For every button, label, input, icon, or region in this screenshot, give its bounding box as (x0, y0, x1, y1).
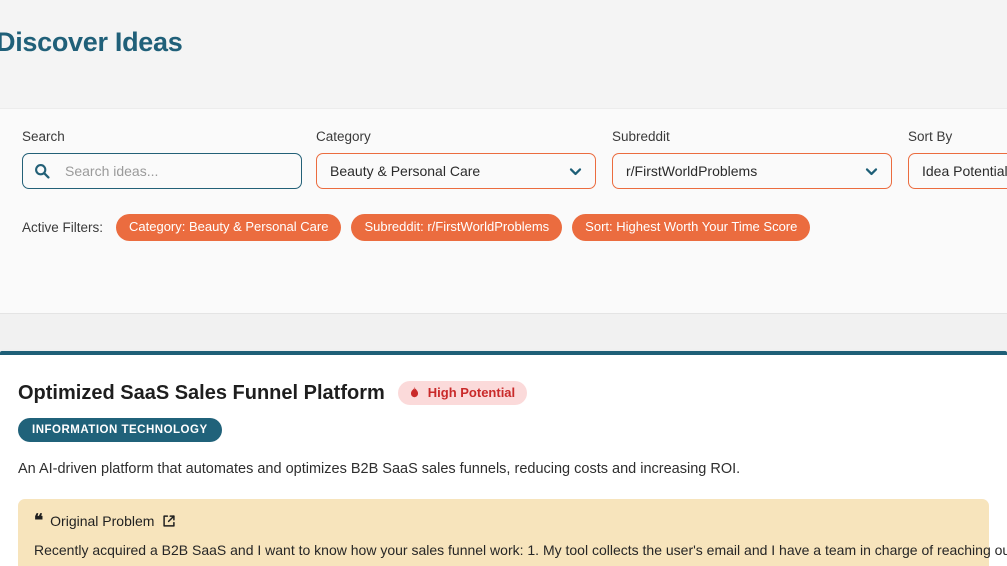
category-select-value: Beauty & Personal Care (317, 163, 480, 179)
filter-panel: Search Category Beauty & Personal Care (0, 108, 1007, 314)
active-filters-bar: Active Filters: Category: Beauty & Perso… (22, 214, 810, 241)
active-filter-chip-subreddit[interactable]: Subreddit: r/FirstWorldProblems (351, 214, 562, 241)
quote-mark-icon: ❝ (34, 515, 42, 527)
original-problem-line-2: and closing deals.... (34, 561, 973, 566)
filter-controls-row: Search Category Beauty & Personal Care (0, 129, 1007, 199)
idea-card[interactable]: Optimized SaaS Sales Funnel Platform Hig… (0, 351, 1007, 566)
active-filter-chip-category[interactable]: Category: Beauty & Personal Care (116, 214, 341, 241)
flame-icon (408, 386, 421, 400)
original-problem-text: Recently acquired a B2B SaaS and I want … (34, 540, 973, 566)
chevron-down-icon (567, 163, 583, 179)
search-input[interactable] (23, 154, 301, 188)
status-badge: High Potential (398, 381, 527, 405)
page-header: Discover Ideas (0, 0, 1007, 108)
subreddit-field-group: Subreddit r/FirstWorldProblems (612, 129, 892, 189)
active-filters-label: Active Filters: (22, 220, 103, 235)
search-label: Search (22, 129, 302, 145)
original-problem-box: ❝ Original Problem Recently acquired a B… (18, 499, 989, 566)
original-problem-line-1: Recently acquired a B2B SaaS and I want … (34, 542, 1007, 558)
sort-by-label: Sort By (908, 129, 1007, 145)
category-field-group: Category Beauty & Personal Care (316, 129, 596, 189)
sort-by-field-group: Sort By Idea Potential (908, 129, 1007, 189)
category-select[interactable]: Beauty & Personal Care (316, 153, 596, 189)
idea-card-header: Optimized SaaS Sales Funnel Platform Hig… (0, 355, 1007, 405)
original-problem-header: ❝ Original Problem (34, 513, 973, 529)
idea-category-badge: INFORMATION TECHNOLOGY (18, 418, 222, 442)
active-filter-chip-sort[interactable]: Sort: Highest Worth Your Time Score (572, 214, 810, 241)
search-icon (34, 163, 50, 179)
original-problem-label: Original Problem (50, 513, 154, 529)
subreddit-select[interactable]: r/FirstWorldProblems (612, 153, 892, 189)
idea-description: An AI-driven platform that automates and… (18, 459, 1007, 479)
sort-by-select-value: Idea Potential (909, 163, 1007, 179)
page-title: Discover Ideas (0, 27, 182, 58)
external-link-icon[interactable] (162, 514, 176, 528)
search-field-group: Search (22, 129, 302, 189)
idea-card-title: Optimized SaaS Sales Funnel Platform (18, 382, 385, 405)
chevron-down-icon (863, 163, 879, 179)
sort-by-select[interactable]: Idea Potential (908, 153, 1007, 189)
subreddit-select-value: r/FirstWorldProblems (613, 163, 757, 179)
subreddit-label: Subreddit (612, 129, 892, 145)
search-input-wrapper[interactable] (22, 153, 302, 189)
category-label: Category (316, 129, 596, 145)
status-badge-label: High Potential (428, 386, 515, 400)
